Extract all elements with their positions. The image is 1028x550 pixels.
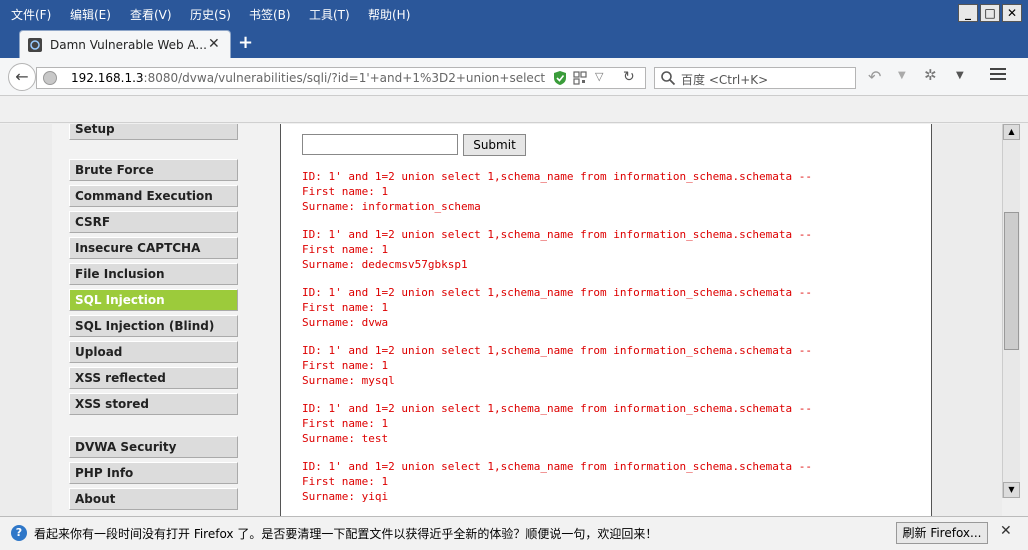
scroll-thumb[interactable] — [1004, 212, 1019, 350]
result-block: ID: 1' and 1=2 union select 1,schema_nam… — [302, 401, 812, 446]
scroll-up-icon[interactable]: ▲ — [1003, 124, 1020, 140]
result-block: ID: 1' and 1=2 union select 1,schema_nam… — [302, 343, 812, 388]
bug-icon[interactable]: ✲ — [924, 66, 937, 84]
result-block: ID: 1' and 1=2 union select 1,schema_nam… — [302, 169, 812, 214]
sidebar-item-brute-force[interactable]: Brute Force — [69, 159, 238, 181]
search-input[interactable]: 百度 <Ctrl+K> — [681, 71, 768, 88]
menu-tools[interactable]: 工具(T) — [309, 6, 350, 23]
globe-icon[interactable] — [43, 71, 57, 85]
hamburger-menu-icon[interactable] — [990, 68, 1006, 82]
sidebar-item-xss-reflected[interactable]: XSS reflected — [69, 367, 238, 389]
user-id-input[interactable] — [302, 134, 458, 155]
submit-button[interactable]: Submit — [463, 134, 526, 156]
sidebar-item-dvwa-security[interactable]: DVWA Security — [69, 436, 238, 458]
result-id: ID: 1' and 1=2 union select 1,schema_nam… — [302, 344, 812, 357]
refresh-firefox-button[interactable]: 刷新 Firefox... — [896, 522, 988, 544]
url-path: :8080/dvwa/vulnerabilities/sqli/?id=1'+a… — [143, 71, 545, 85]
search-bar[interactable]: 百度 <Ctrl+K> — [654, 67, 856, 89]
sidebar-item-command-execution[interactable]: Command Execution — [69, 185, 238, 207]
menu-history[interactable]: 历史(S) — [190, 6, 231, 23]
sidebar-item-sql-injection[interactable]: SQL Injection — [69, 289, 238, 311]
sidebar-item-csrf[interactable]: CSRF — [69, 211, 238, 233]
notification-text: 看起来你有一段时间没有打开 Firefox 了。是否要清理一下配置文件以获得近乎… — [34, 527, 658, 541]
bug-dropdown-icon[interactable]: ▼ — [956, 70, 964, 81]
sidebar-item-insecure-captcha[interactable]: Insecure CAPTCHA — [69, 237, 238, 259]
dvwa-favicon-icon — [28, 38, 42, 52]
shield-check-icon[interactable] — [553, 70, 567, 86]
back-arrow-icon[interactable]: ← — [8, 63, 36, 91]
result-first-name: First name: 1 — [302, 475, 389, 488]
search-icon — [661, 71, 676, 86]
menu-view[interactable]: 查看(V) — [130, 6, 172, 23]
result-surname: Surname: mysql — [302, 374, 395, 387]
result-surname: Surname: test — [302, 432, 389, 445]
new-tab-icon[interactable]: + — [238, 32, 253, 53]
tab-title: Damn Vulnerable Web A... — [50, 38, 207, 52]
scroll-down-icon[interactable]: ▼ — [1003, 482, 1020, 498]
window-controls: _ □ ✕ — [958, 4, 1022, 22]
result-first-name: First name: 1 — [302, 359, 389, 372]
main-content: Submit ID: 1' and 1=2 union select 1,sch… — [280, 124, 932, 516]
result-id: ID: 1' and 1=2 union select 1,schema_nam… — [302, 402, 812, 415]
sidebar-item-setup[interactable]: Setup — [69, 124, 238, 140]
undo-dropdown-icon[interactable]: ▼ — [898, 70, 906, 81]
result-first-name: First name: 1 — [302, 243, 389, 256]
close-window-icon[interactable]: ✕ — [1002, 4, 1022, 22]
sidebar-item-php-info[interactable]: PHP Info — [69, 462, 238, 484]
url-text[interactable]: 192.168.1.3:8080/dvwa/vulnerabilities/sq… — [71, 71, 545, 85]
result-surname: Surname: dvwa — [302, 316, 389, 329]
sidebar-item-xss-stored[interactable]: XSS stored — [69, 393, 238, 415]
menu-help[interactable]: 帮助(H) — [368, 6, 410, 23]
menu-bookmarks[interactable]: 书签(B) — [249, 6, 291, 23]
question-icon: ? — [11, 525, 27, 541]
sidebar-item-file-inclusion[interactable]: File Inclusion — [69, 263, 238, 285]
menu-edit[interactable]: 编辑(E) — [70, 6, 111, 23]
result-first-name: First name: 1 — [302, 417, 389, 430]
result-block: ID: 1' and 1=2 union select 1,schema_nam… — [302, 285, 812, 330]
result-id: ID: 1' and 1=2 union select 1,schema_nam… — [302, 228, 812, 241]
url-bar[interactable]: 192.168.1.3:8080/dvwa/vulnerabilities/sq… — [36, 67, 646, 89]
result-id: ID: 1' and 1=2 union select 1,schema_nam… — [302, 460, 812, 473]
notification-bar: ? 看起来你有一段时间没有打开 Firefox 了。是否要清理一下配置文件以获得… — [0, 516, 1028, 550]
vertical-scrollbar[interactable]: ▲ ▼ — [1002, 124, 1020, 498]
sidebar-item-sql-injection-blind[interactable]: SQL Injection (Blind) — [69, 315, 238, 337]
bookmarks-toolbar — [0, 96, 1028, 123]
menu-bar: 文件(F) 编辑(E) 查看(V) 历史(S) 书签(B) 工具(T) 帮助(H… — [0, 0, 1028, 28]
tab-close-icon[interactable]: ✕ — [208, 36, 220, 52]
qr-code-icon[interactable] — [573, 71, 587, 85]
reload-icon[interactable]: ↻ — [623, 69, 635, 85]
result-id: ID: 1' and 1=2 union select 1,schema_nam… — [302, 286, 812, 299]
page-viewport: Setup Brute Force Command Execution CSRF… — [0, 124, 1002, 516]
result-block: ID: 1' and 1=2 union select 1,schema_nam… — [302, 459, 812, 504]
tab-strip: Damn Vulnerable Web A... ✕ + — [0, 28, 1028, 58]
result-id: ID: 1' and 1=2 union select 1,schema_nam… — [302, 170, 812, 183]
result-surname: Surname: dedecmsv57gbksp1 — [302, 258, 468, 271]
maximize-icon[interactable]: □ — [980, 4, 1000, 22]
result-surname: Surname: yiqi — [302, 490, 389, 503]
sidebar-item-about[interactable]: About — [69, 488, 238, 510]
tab-dvwa[interactable]: Damn Vulnerable Web A... ✕ — [19, 30, 231, 58]
result-surname: Surname: information_schema — [302, 200, 481, 213]
url-dropdown-icon[interactable]: ▽ — [595, 70, 603, 83]
notification-close-icon[interactable]: ✕ — [1000, 523, 1012, 539]
minimize-icon[interactable]: _ — [958, 4, 978, 22]
result-block: ID: 1' and 1=2 union select 1,schema_nam… — [302, 227, 812, 272]
result-first-name: First name: 1 — [302, 301, 389, 314]
sidebar-item-upload[interactable]: Upload — [69, 341, 238, 363]
undo-icon[interactable]: ↶ — [868, 67, 881, 86]
result-first-name: First name: 1 — [302, 185, 389, 198]
menu-file[interactable]: 文件(F) — [11, 6, 51, 23]
url-host: 192.168.1.3 — [71, 71, 144, 85]
